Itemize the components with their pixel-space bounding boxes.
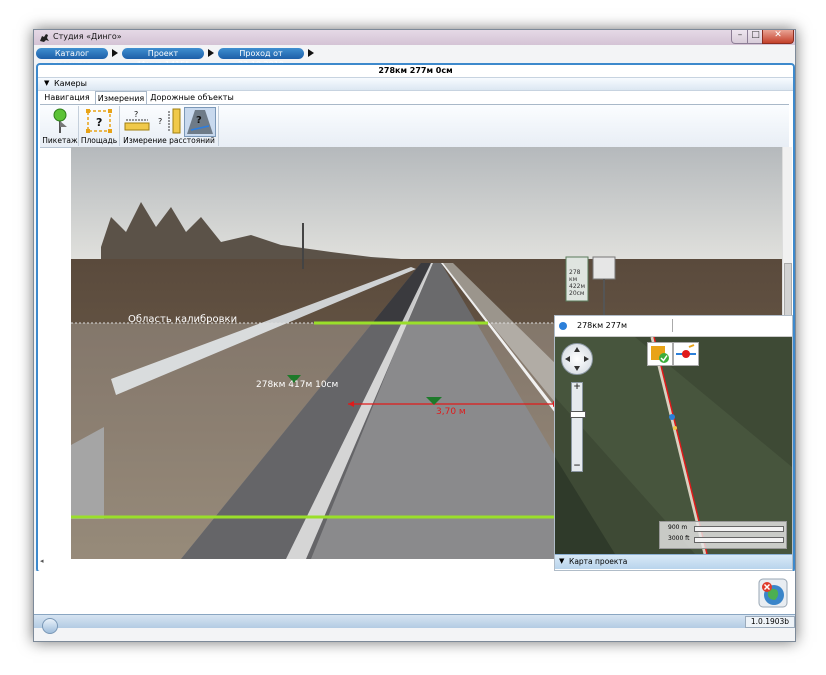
- status-orb-icon: [42, 618, 58, 634]
- cameras-label: Камеры: [54, 79, 87, 88]
- area-button[interactable]: ?: [84, 107, 114, 135]
- breadcrumb: Каталог проектов Проект "Амур-1415" Прох…: [34, 46, 795, 69]
- picket-button[interactable]: [45, 107, 75, 135]
- satellite-map[interactable]: + − 900 m 3000 ft: [555, 337, 792, 554]
- svg-text:?: ?: [96, 116, 102, 129]
- svg-text:?: ?: [196, 115, 202, 126]
- breadcrumb-arrow-icon: [208, 49, 214, 57]
- perspective-distance-icon: ?: [187, 110, 213, 134]
- vertical-distance-button[interactable]: ?: [153, 107, 183, 135]
- tab-navigation[interactable]: Навигация: [42, 91, 92, 104]
- map-header: 278км 277м: [555, 316, 792, 337]
- version-label: 1.0.1903b: [745, 616, 795, 628]
- status-bar: 1.0.1903b: [34, 614, 795, 634]
- ribbon: Пикетаж ? Площадь ? ? ? Измерение рассто…: [40, 104, 789, 148]
- window-title: Студия «Динго»: [53, 32, 122, 41]
- map-coordinate: 278км 277м: [577, 321, 627, 330]
- svg-text:?: ?: [158, 117, 162, 126]
- breadcrumb-arrow-icon: [308, 49, 314, 57]
- scale-bar-feet: [694, 537, 784, 543]
- bottom-panel: [34, 571, 795, 614]
- breadcrumb-project[interactable]: Проект "Амур-1415": [122, 48, 204, 69]
- map-pan-control[interactable]: [561, 343, 593, 375]
- project-map-panel: 278км 277м + − 900 m 3000 ft ▼ Карта про…: [554, 315, 793, 571]
- title-bar: Студия «Динго» – □ ✕: [34, 30, 795, 45]
- area-select-icon: ?: [86, 109, 112, 133]
- scroll-left-icon[interactable]: ◂: [40, 557, 44, 565]
- scrollbar-thumb[interactable]: [784, 263, 792, 321]
- route-icon: [676, 344, 696, 358]
- ribbon-group-area: ? Площадь: [79, 106, 120, 146]
- tab-measurements[interactable]: Измерения: [95, 91, 147, 105]
- calibration-label: Область калибровки: [128, 314, 237, 325]
- map-header-divider: [672, 319, 673, 332]
- zoom-slider-thumb[interactable]: [570, 411, 586, 418]
- sign-text-4: 20см: [569, 290, 584, 297]
- ribbon-group-distance: ? ? ? Измерение расстояний: [120, 106, 219, 146]
- breadcrumb-pass[interactable]: Проход от 22.10.2010: [218, 48, 304, 69]
- sign-text-1: 278: [569, 269, 581, 276]
- main-panel: 278км 277м 0см ▼ Камеры Навигация Измере…: [36, 63, 795, 573]
- vertical-distance-icon: ?: [158, 108, 181, 134]
- zoom-slider[interactable]: + −: [570, 382, 586, 472]
- chevron-down-icon: ▼: [559, 557, 565, 565]
- map-check-icon: [651, 346, 669, 363]
- scale-bar-meters: [694, 526, 784, 532]
- breadcrumb-catalog[interactable]: Каталог проектов: [36, 48, 108, 69]
- horizontal-distance-icon: ?: [124, 110, 150, 131]
- sign-text-2: км: [569, 276, 577, 283]
- map-route-tool[interactable]: [673, 342, 699, 366]
- chevron-down-icon: ▼: [44, 79, 50, 87]
- distance-label: 3,70 м: [436, 407, 466, 417]
- sign-text-3: 422м: [569, 283, 585, 290]
- close-button[interactable]: ✕: [762, 30, 794, 44]
- globe-button[interactable]: [758, 578, 788, 608]
- dingo-app-icon: [40, 34, 49, 42]
- map-scale: 900 m 3000 ft: [659, 521, 787, 549]
- tab-road-objects[interactable]: Дорожные объекты: [150, 91, 234, 104]
- horizontal-distance-button[interactable]: ?: [122, 107, 152, 135]
- pin-icon: [53, 108, 67, 133]
- map-layers-tool[interactable]: [647, 342, 673, 366]
- zoom-in-button[interactable]: +: [572, 382, 582, 392]
- zoom-out-button[interactable]: −: [572, 461, 582, 471]
- picket-marker-label: 278км 417м 10см: [256, 380, 338, 390]
- map-footer-label: Карта проекта: [569, 557, 628, 566]
- distance-label: Измерение расстояний: [123, 136, 215, 145]
- scale-label-meters: 900 m: [668, 524, 688, 531]
- warning-sign: [592, 256, 616, 280]
- scale-label-feet: 3000 ft: [668, 535, 690, 542]
- globe-icon: [758, 578, 788, 608]
- perspective-distance-button[interactable]: ?: [184, 107, 216, 137]
- ribbon-group-picket: Пикетаж: [42, 106, 79, 146]
- area-label: Площадь: [80, 136, 118, 145]
- cameras-bar[interactable]: ▼ Камеры: [38, 77, 793, 91]
- breadcrumb-arrow-icon: [112, 49, 118, 57]
- pan-arrows-icon: [565, 347, 589, 371]
- svg-text:?: ?: [134, 110, 138, 119]
- picket-label: Пикетаж: [42, 136, 78, 145]
- map-footer[interactable]: ▼ Карта проекта: [555, 554, 792, 569]
- location-dot-icon: [559, 322, 567, 330]
- location-header: 278км 277м 0см: [378, 66, 453, 75]
- app-window: Студия «Динго» – □ ✕ Каталог проектов Пр…: [33, 29, 796, 642]
